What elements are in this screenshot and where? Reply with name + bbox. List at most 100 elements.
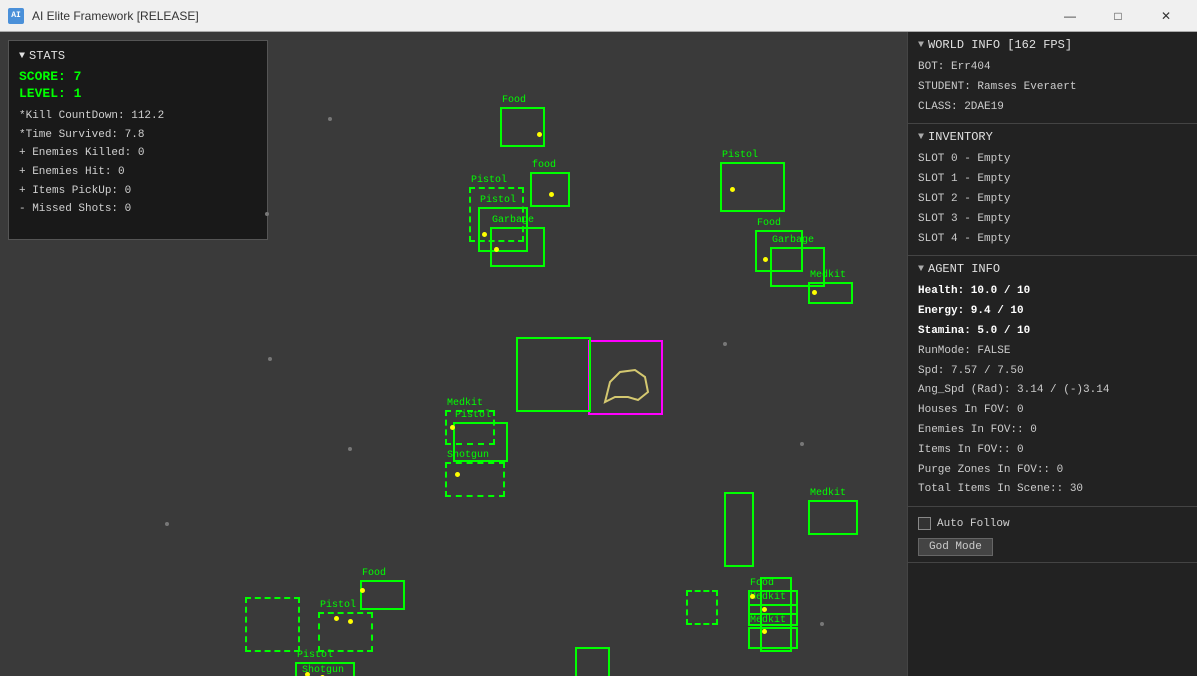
agent-stamina: Stamina: 5.0 / 10 [918,322,1187,342]
item-dot [455,472,460,477]
agent-runmode: RunMode: FALSE [918,342,1187,362]
agent-info-section: AGENT INFO Health: 10.0 / 10 Energy: 9.4… [908,256,1197,507]
controls-section: Auto Follow God Mode [908,507,1197,563]
class-info: CLASS: 2DAE19 [918,98,1187,118]
score-display: SCORE: 7 [19,69,257,84]
item-dot [549,192,554,197]
maximize-button[interactable]: □ [1095,0,1141,32]
scatter-dot [165,522,169,526]
score-label: SCORE: [19,69,66,84]
slot-4: SLOT 4 - Empty [918,230,1187,250]
stats-header: STATS [19,49,257,63]
main-area: STATS SCORE: 7 LEVEL: 1 *Kill CountDown:… [0,32,1197,676]
inventory-section: INVENTORY SLOT 0 - Empty SLOT 1 - Empty … [908,124,1197,256]
score-value: 7 [74,69,82,84]
object-label: Medkit [447,398,483,409]
item-dot [730,187,735,192]
object-label: Shotgun [447,450,489,461]
game-object-obj14: Medkit [808,500,858,535]
world-info-header: WORLD INFO [162 FPS] [918,38,1187,52]
level-value: 1 [74,86,82,101]
object-label: Medkit [810,488,846,499]
agent-energy: Energy: 9.4 / 10 [918,302,1187,322]
bot-info: BOT: Err404 [918,58,1187,78]
agent-spd: Spd: 7.57 / 7.50 [918,362,1187,382]
object-label: Medkit [750,592,786,603]
slot-2: SLOT 2 - Empty [918,190,1187,210]
level-display: LEVEL: 1 [19,86,257,101]
close-button[interactable]: ✕ [1143,0,1189,32]
item-dot [348,619,353,624]
game-object-obj2: food [530,172,570,207]
agent-health: Health: 10.0 / 10 [918,282,1187,302]
game-object-obj18: Pistol [318,612,373,652]
object-label: Garbage [772,235,814,246]
scatter-dot [820,622,824,626]
slot-3: SLOT 3 - Empty [918,210,1187,230]
item-dot [762,607,767,612]
item-dot [537,132,542,137]
scatter-dot [265,212,269,216]
game-object-obj26 [575,647,610,676]
agent-houses-fov: Houses In FOV: 0 [918,401,1187,421]
scatter-dot [723,342,727,346]
item-dot [494,247,499,252]
item-dot [360,588,365,593]
game-object-obj1: Food [500,107,545,147]
agent-ang-spd: Ang_Spd (Rad): 3.14 / (-)3.14 [918,381,1187,401]
game-object-obj22 [686,590,718,625]
agent-purge-fov: Purge Zones In FOV:: 0 [918,461,1187,481]
object-label: Medkit [810,270,846,281]
enemies-hit: + Enemies Hit: 0 [19,163,257,182]
object-label: Pistol [471,175,507,186]
item-dot [750,594,755,599]
object-label: Food [757,218,781,229]
object-label: Medkit [750,615,786,626]
window-controls: — □ ✕ [1047,0,1189,32]
object-label: Pistol [320,600,356,611]
world-info-section: WORLD INFO [162 FPS] BOT: Err404 STUDENT… [908,32,1197,124]
god-mode-button[interactable]: God Mode [918,538,993,556]
game-area: STATS SCORE: 7 LEVEL: 1 *Kill CountDown:… [0,32,907,676]
object-label: Garbage [492,215,534,226]
window-title: AI Elite Framework [RELEASE] [32,9,1047,23]
auto-follow-label: Auto Follow [937,518,1010,530]
item-dot [763,257,768,262]
enemies-killed: + Enemies Killed: 0 [19,144,257,163]
minimize-button[interactable]: — [1047,0,1093,32]
game-object-obj13: Shotgun [445,462,505,497]
object-label: Food [502,95,526,106]
game-object-obj15 [724,492,754,567]
agent-total-items: Total Items In Scene:: 30 [918,480,1187,500]
title-bar: AI AI Elite Framework [RELEASE] — □ ✕ [0,0,1197,32]
object-label: Pistol [297,650,333,661]
scatter-dot [268,357,272,361]
scatter-dot [328,117,332,121]
object-label: Pistol [455,410,491,421]
scatter-dot [800,442,804,446]
item-dot [305,672,310,676]
time-survived: *Time Survived: 7.8 [19,126,257,145]
item-dot [482,232,487,237]
game-object-obj25: Medkit [748,627,798,649]
game-object-obj17: Food [360,580,405,610]
agent-enemies-fov: Enemies In FOV:: 0 [918,421,1187,441]
sidebar: WORLD INFO [162 FPS] BOT: Err404 STUDENT… [907,32,1197,676]
slot-0: SLOT 0 - Empty [918,150,1187,170]
object-label: Pistol [722,150,758,161]
object-label: food [532,160,556,171]
student-info: STUDENT: Ramses Everaert [918,78,1187,98]
auto-follow-checkbox[interactable] [918,517,931,530]
agent-items-fov: Items In FOV:: 0 [918,441,1187,461]
item-dot [762,629,767,634]
item-dot [334,616,339,621]
stats-panel: STATS SCORE: 7 LEVEL: 1 *Kill CountDown:… [8,40,268,240]
game-object-obj21 [245,597,300,652]
app-icon: AI [8,8,24,24]
game-object-obj8: Garbage [770,247,825,287]
scatter-dot [348,447,352,451]
game-object-obj10 [516,337,591,412]
auto-follow-row[interactable]: Auto Follow [918,517,1187,530]
item-dot [812,290,817,295]
object-label: Food [362,568,386,579]
